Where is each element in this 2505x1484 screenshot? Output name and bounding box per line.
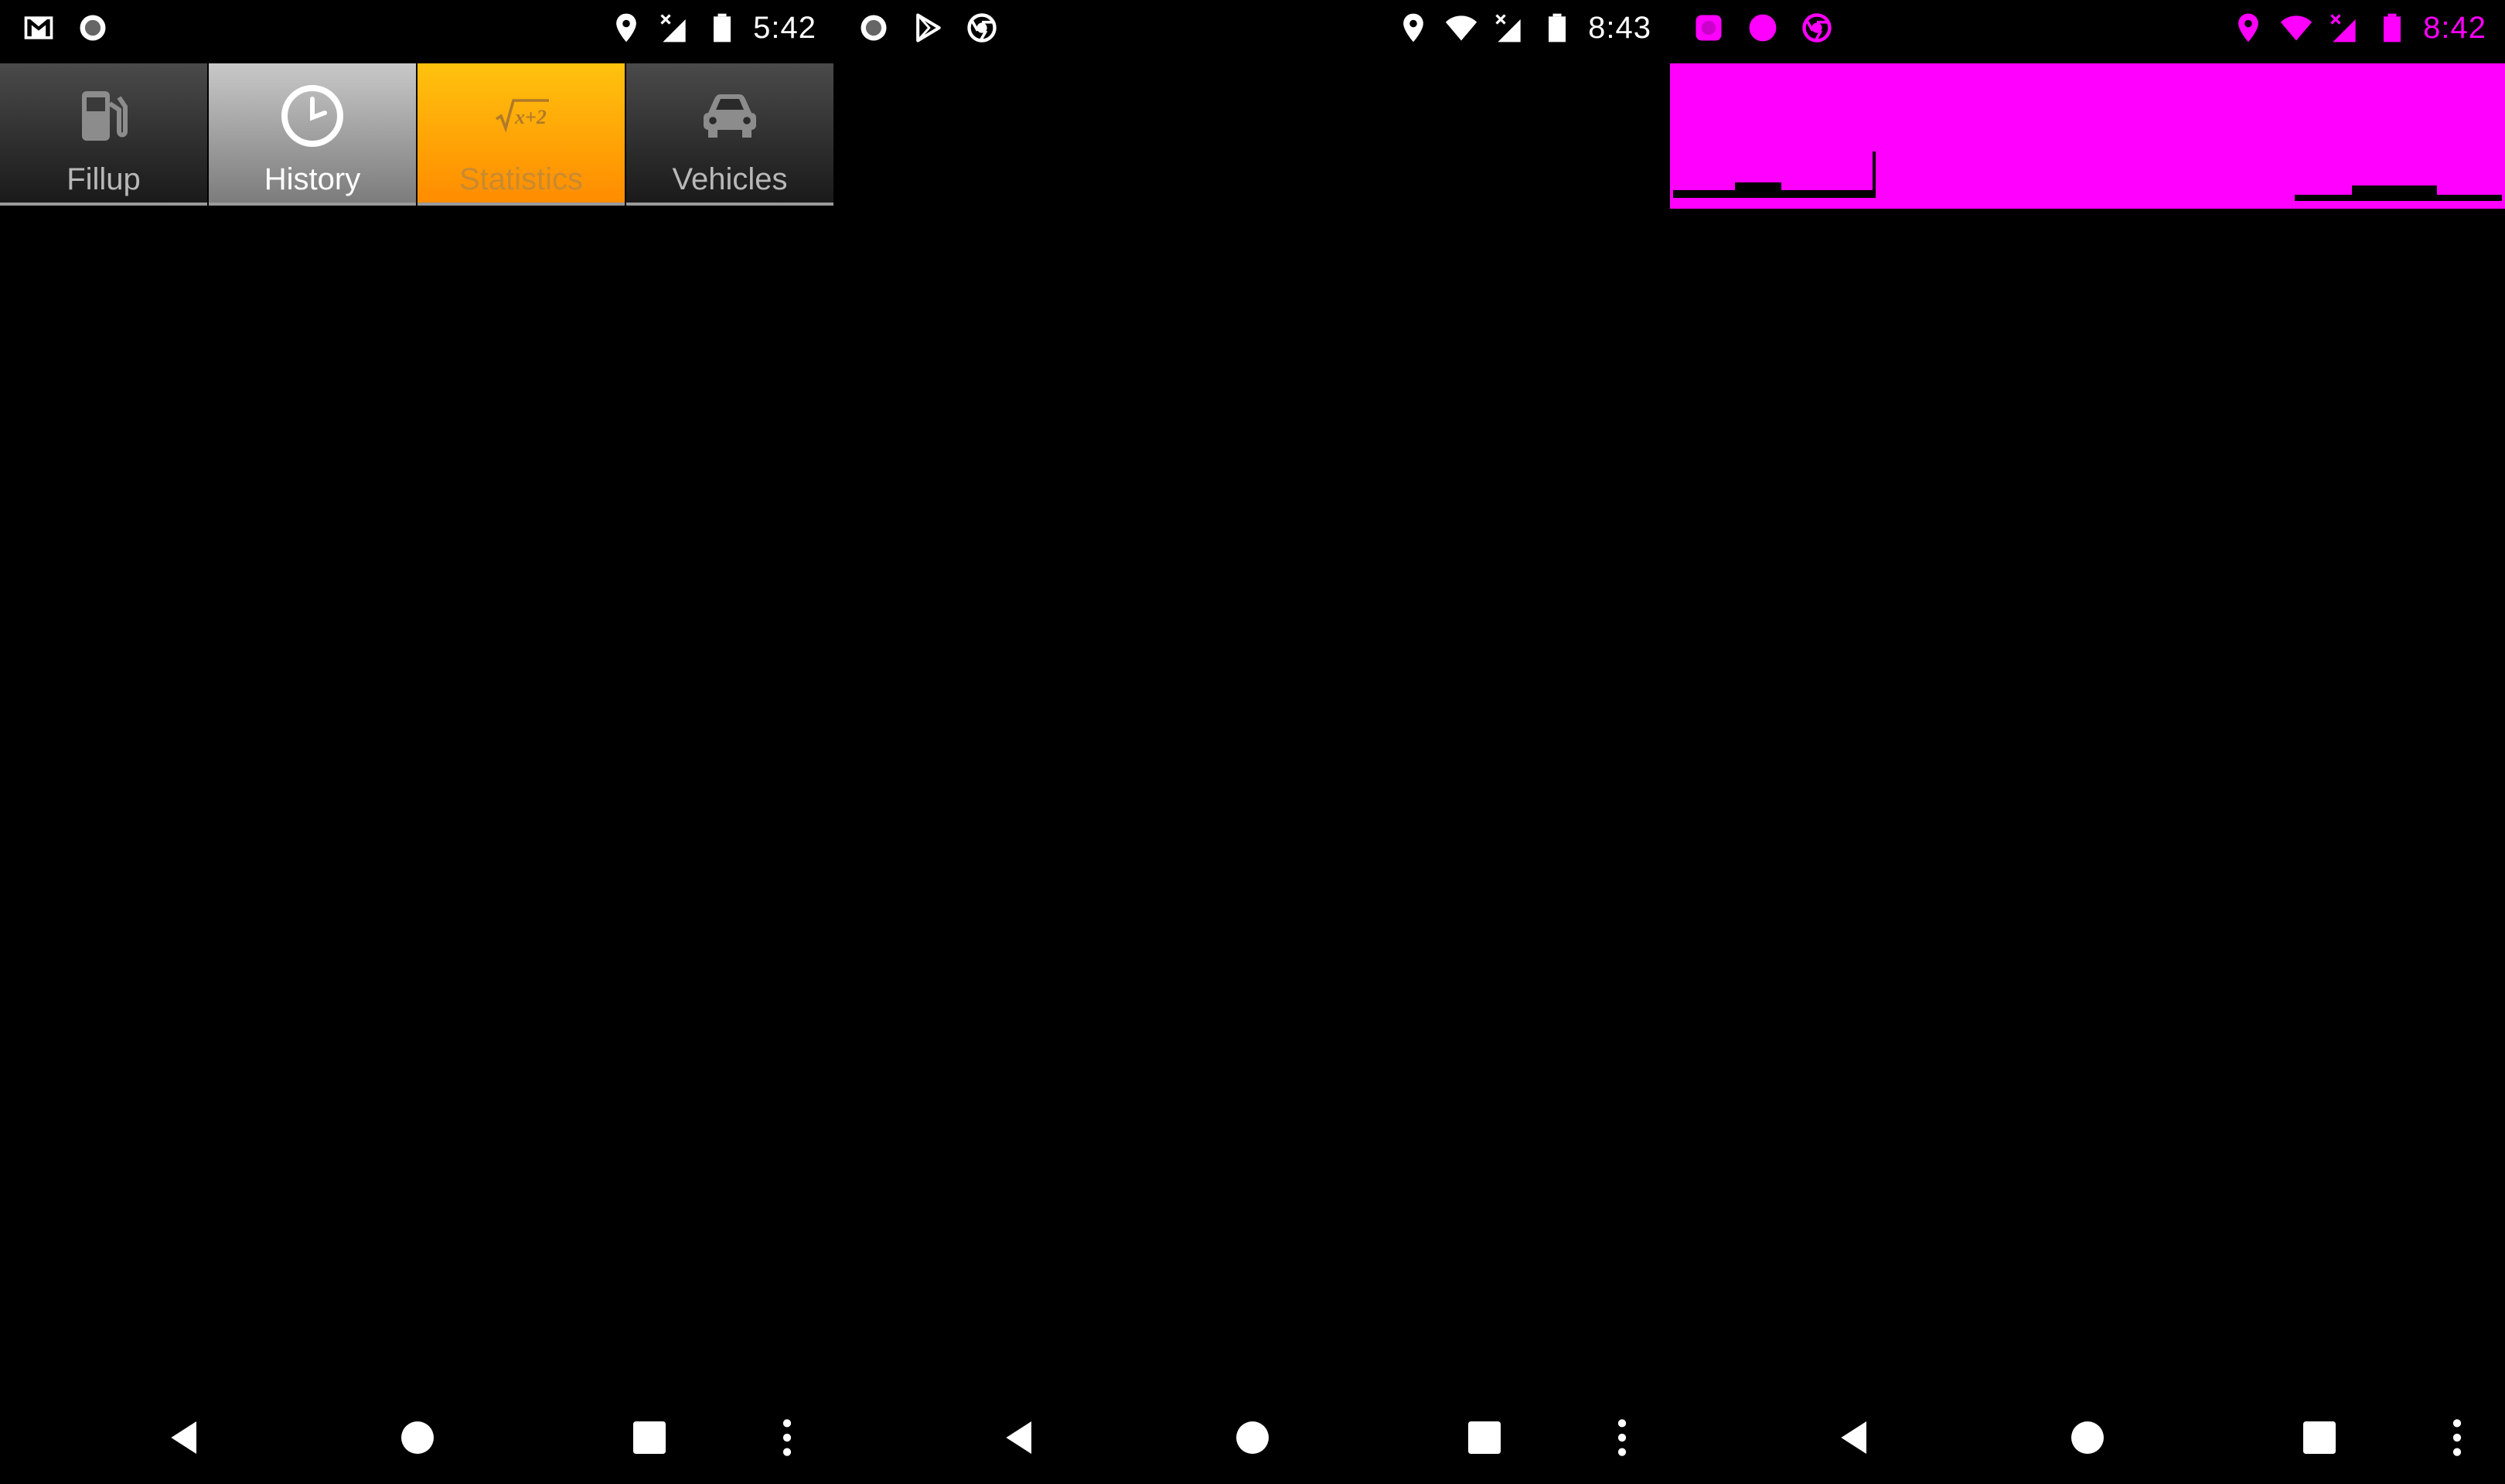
record-icon (1746, 11, 1780, 45)
wifi-icon (2279, 11, 2313, 45)
more-vert-icon[interactable] (2420, 1401, 2494, 1475)
home-icon[interactable] (1215, 1401, 1290, 1475)
tab-fillup[interactable]: Fillup (0, 63, 207, 206)
tab-label: Fillup (66, 162, 141, 196)
navigation-bar (1670, 1387, 2505, 1484)
play-store-icon (911, 11, 945, 45)
screen-1: 5:42 Fillup History x+2 Statistics Vehic… (0, 0, 835, 1484)
tab-label: Vehicles (672, 162, 788, 196)
battery-icon (2375, 11, 2409, 45)
tab-history[interactable]: History (209, 63, 416, 206)
status-time: 8:43 (1588, 11, 1651, 45)
navigation-bar (0, 1387, 835, 1484)
status-time: 8:42 (2423, 11, 2486, 45)
overlay-artifact (1735, 182, 1781, 192)
location-icon (1396, 11, 1430, 45)
screens-container: 5:42 Fillup History x+2 Statistics Vehic… (0, 0, 2505, 1484)
recents-icon[interactable] (612, 1401, 687, 1475)
overlay-artifact (2352, 186, 2437, 195)
chrome-icon (1800, 11, 1834, 45)
battery-icon (705, 11, 739, 45)
tab-label: Statistics (458, 162, 584, 196)
back-icon[interactable] (983, 1401, 1058, 1475)
math-formula-icon: x+2 (418, 79, 625, 153)
signal-no-data-icon (2327, 11, 2361, 45)
tab-statistics[interactable]: x+2 Statistics (418, 63, 625, 206)
home-icon[interactable] (2050, 1401, 2125, 1475)
status-bar: 8:42 (1670, 0, 2505, 56)
back-icon[interactable] (148, 1401, 223, 1475)
more-vert-icon[interactable] (750, 1401, 824, 1475)
car-icon (626, 79, 833, 153)
battery-icon (1540, 11, 1574, 45)
navigation-bar (835, 1387, 1670, 1484)
status-time: 5:42 (753, 11, 816, 45)
tab-bar: Fillup History x+2 Statistics Vehicles (0, 63, 835, 209)
status-bar: 5:42 (0, 0, 835, 56)
status-bar: 8:43 (835, 0, 1670, 56)
home-icon[interactable] (380, 1401, 455, 1475)
overlay-artifact (1873, 151, 1876, 198)
recents-icon[interactable] (1447, 1401, 1522, 1475)
fuel-pump-icon (0, 79, 207, 153)
signal-no-data-icon (657, 11, 691, 45)
tab-label: History (264, 162, 361, 196)
recents-icon[interactable] (2282, 1401, 2357, 1475)
record-icon (76, 11, 110, 45)
location-icon (2231, 11, 2265, 45)
chrome-icon (965, 11, 999, 45)
screen-3: 8:42 (1670, 0, 2505, 1484)
tab-vehicles[interactable]: Vehicles (626, 63, 833, 206)
more-vert-icon[interactable] (1585, 1401, 1659, 1475)
location-icon (609, 11, 643, 45)
gmail-icon (22, 11, 56, 45)
screen-2: 8:43 (835, 0, 1670, 1484)
record-icon (1692, 11, 1726, 45)
signal-no-data-icon (1492, 11, 1526, 45)
wifi-icon (1444, 11, 1478, 45)
svg-text:x+2: x+2 (514, 106, 547, 128)
clock-icon (209, 79, 416, 153)
back-icon[interactable] (1818, 1401, 1893, 1475)
overlay-artifact (2295, 195, 2502, 201)
record-icon (857, 11, 891, 45)
magenta-overlay-line (1670, 203, 2505, 209)
